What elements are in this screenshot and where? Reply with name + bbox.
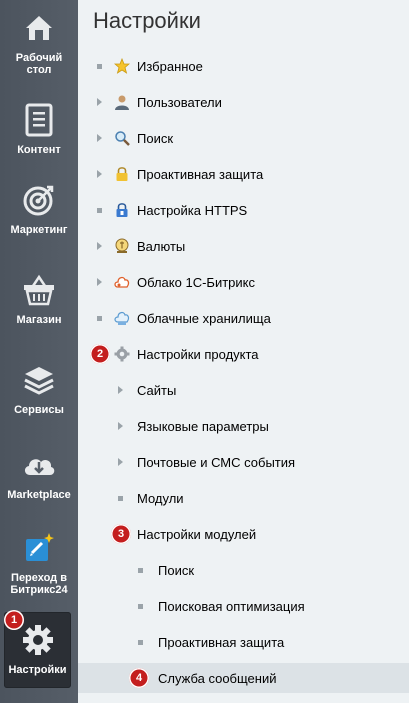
menu-item-label: Языковые параметры [137,418,269,434]
bullet-marker [136,638,144,646]
menu-item-label: Настройки продукта [137,346,259,362]
nav-item-marketing[interactable]: Маркетинг [0,180,78,236]
menu-item-currencies[interactable]: Валюты [78,231,409,261]
expand-arrow-icon[interactable] [95,242,103,250]
menu-item-label: Поиск [137,130,174,146]
menu-item-proactive-protection-module[interactable]: Проактивная защита [78,627,409,657]
menu-item-bitrix-cloud[interactable]: Облако 1С-Битрикс [78,267,409,297]
coin-icon [113,237,131,255]
menu-item-search[interactable]: Поиск [78,123,409,153]
user-icon [113,93,131,111]
settings-panel: Настройки Избранное Пользователи Поиск П… [78,0,409,703]
layers-icon [19,360,59,400]
menu-item-favorites[interactable]: Избранное [78,51,409,81]
expand-arrow-icon[interactable] [95,170,103,178]
nav-item-services[interactable]: Сервисы [0,360,78,416]
nav-item-shop[interactable]: Магазин [0,270,78,326]
menu-item-label: Служба сообщений [158,670,277,686]
menu-item-modules[interactable]: Модули [78,483,409,513]
lock-icon [113,165,131,183]
nav-item-label: Переход в Битрикс24 [10,572,68,596]
menu-item-label: Облако 1С-Битрикс [137,274,255,290]
star-icon [113,57,131,75]
menu-item-label: Проактивная защита [137,166,264,182]
expand-arrow-icon[interactable] [116,386,124,394]
expand-arrow-icon[interactable] [95,278,103,286]
nav-item-label: Настройки [8,664,67,676]
cloud-icon [113,273,131,291]
menu-item-seo[interactable]: Поисковая оптимизация [78,591,409,621]
menu-item-proactive-protection[interactable]: Проактивная защита [78,159,409,189]
menu-item-label: Пользователи [137,94,222,110]
menu-item-label: Валюты [137,238,186,254]
menu-item-message-service[interactable]: Служба сообщений [78,663,409,693]
magnifier-icon [113,129,131,147]
basket-icon [19,270,59,310]
menu-item-cloud-storage[interactable]: Облачные хранилища [78,303,409,333]
https-lock-icon [113,201,131,219]
nav-item-label: Маркетинг [10,224,68,236]
bullet-marker [95,314,103,322]
expand-arrow-icon[interactable] [116,422,124,430]
bullet-marker [95,206,103,214]
menu-item-language-params[interactable]: Языковые параметры [78,411,409,441]
menu-item-label: Модули [137,490,184,506]
home-icon [19,8,59,48]
menu-item-label: Облачные хранилища [137,310,271,326]
expand-arrow-icon[interactable] [95,98,103,106]
bullet-marker [95,62,103,70]
document-icon [19,100,59,140]
menu-item-label: Настройка HTTPS [137,202,248,218]
bullet-marker [136,602,144,610]
annotation-badge: 2 [90,344,110,364]
cloud-download-icon [19,445,59,485]
target-icon [19,180,59,220]
menu-item-label: Сайты [137,382,177,398]
nav-item-label: Контент [17,144,61,156]
annotation-badge: 4 [129,668,149,688]
menu-item-label: Избранное [137,58,203,74]
nav-item-label: Сервисы [14,404,64,416]
bitrix24-icon [19,528,59,568]
menu-item-sites[interactable]: Сайты [78,375,409,405]
gear-icon [18,620,58,660]
menu-item-label: Настройки модулей [137,526,257,542]
menu-item-https[interactable]: Настройка HTTPS [78,195,409,225]
menu-item-product-settings[interactable]: Настройки продукта [78,339,409,369]
page-title: Настройки [93,8,201,33]
nav-item-label: Рабочий стол [15,52,63,76]
menu-item-search-module[interactable]: Поиск [78,555,409,585]
cloud-storage-icon [113,309,131,327]
menu-item-label: Проактивная защита [158,634,285,650]
menu-item-label: Почтовые и СМС события [137,454,296,470]
menu-item-label: Поисковая оптимизация [158,598,305,614]
nav-item-desktop[interactable]: Рабочий стол [0,8,78,76]
bullet-marker [136,566,144,574]
expand-arrow-icon[interactable] [95,134,103,142]
annotation-badge: 3 [111,524,131,544]
menu-item-mail-sms-events[interactable]: Почтовые и СМС события [78,447,409,477]
expand-arrow-icon[interactable] [116,458,124,466]
nav-item-bitrix24[interactable]: Переход в Битрикс24 [0,528,78,596]
nav-item-label: Магазин [16,314,62,326]
annotation-badge: 1 [4,610,24,630]
left-sidebar: Рабочий стол Контент Маркетинг Магазин С… [0,0,78,703]
nav-item-marketplace[interactable]: Marketplace [0,445,78,501]
nav-item-content[interactable]: Контент [0,100,78,156]
gear-icon [113,345,131,363]
bullet-marker [116,494,124,502]
menu-item-users[interactable]: Пользователи [78,87,409,117]
menu-item-label: Поиск [158,562,195,578]
nav-item-label: Marketplace [7,489,71,501]
